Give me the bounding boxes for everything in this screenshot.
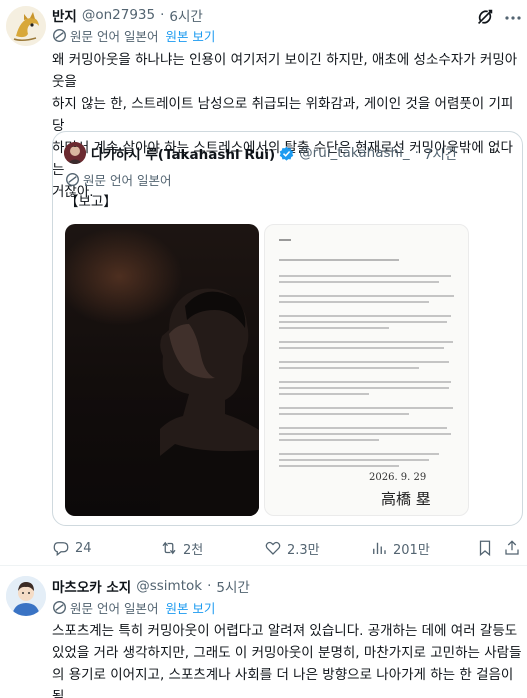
quoted-tweet-header: 다카하시 루(Takahashi Rui) @rui_takahashi_ · … <box>91 143 457 163</box>
like-count: 2.3만 <box>287 542 320 558</box>
translate-icon <box>53 600 66 614</box>
views-button[interactable]: 201만 <box>370 537 430 559</box>
announcement-letter-image[interactable]: 2026. 9. 29 高橋 塁 <box>264 224 469 516</box>
tweet[interactable]: 마츠오카 소지 @ssimtok · 5시간 원문 언어 일본어 원본 보기 스… <box>0 566 527 698</box>
timestamp[interactable]: 6시간 <box>169 5 202 25</box>
share-icon <box>505 540 519 555</box>
timestamp[interactable]: 7시간 <box>424 143 457 163</box>
tweet-actions: 24 2천 2.3만 201만 <box>52 537 524 559</box>
translation-label: 원문 언어 일본어 <box>70 28 159 44</box>
retweet-count: 2천 <box>183 542 204 558</box>
show-original-link[interactable]: 원본 보기 <box>165 26 215 45</box>
translation-note: 원문 언어 일본어 원본 보기 <box>52 598 215 616</box>
verified-badge-icon <box>279 146 294 161</box>
retweet-icon <box>162 541 176 555</box>
user-handle[interactable]: @on27935 <box>82 7 155 23</box>
letter-signature: 高橋 塁 <box>381 490 431 508</box>
like-icon <box>265 541 281 555</box>
letter-date: 2026. 9. 29 <box>369 472 427 483</box>
user-handle[interactable]: @rui_takahashi_ <box>299 145 409 161</box>
retweet-button[interactable]: 2천 <box>160 537 203 559</box>
separator-dot: · <box>160 7 165 23</box>
reply-button[interactable]: 24 <box>52 537 92 559</box>
grok-icon[interactable] <box>474 6 496 28</box>
translate-icon <box>53 28 66 42</box>
portrait-photo[interactable] <box>65 224 259 516</box>
tweet-header: 반지 @on27935 · 6시간 <box>52 5 203 25</box>
display-name[interactable]: 마츠오카 소지 <box>52 576 131 596</box>
display-name[interactable]: 다카하시 루(Takahashi Rui) <box>91 143 275 163</box>
translation-label: 원문 언어 일본어 <box>83 172 172 188</box>
display-name[interactable]: 반지 <box>52 5 77 25</box>
tweet-text: 스포츠계는 특히 커밍아웃이 어렵다고 알려져 있습니다. 공개하는 데에 여러… <box>52 623 522 698</box>
translation-note: 원문 언어 일본어 <box>65 170 171 188</box>
tweet[interactable]: 반지 @on27935 · 6시간 원문 언어 일본어 원본 보기 왜 커밍아웃… <box>0 0 527 565</box>
avatar[interactable] <box>6 6 46 46</box>
reply-icon <box>53 542 69 557</box>
translation-note: 원문 언어 일본어 원본 보기 <box>52 26 215 44</box>
views-icon <box>373 542 386 554</box>
separator-dot: · <box>207 578 212 594</box>
avatar[interactable] <box>64 142 86 164</box>
tweet-header: 마츠오카 소지 @ssimtok · 5시간 <box>52 576 250 596</box>
more-icon[interactable] <box>504 10 522 24</box>
quoted-tweet-text: 【보고】 <box>65 194 117 210</box>
timestamp[interactable]: 5시간 <box>216 576 249 596</box>
separator-dot: · <box>414 145 419 161</box>
user-handle[interactable]: @ssimtok <box>136 578 202 594</box>
bookmark-button[interactable] <box>476 537 494 559</box>
show-original-link[interactable]: 원본 보기 <box>165 598 215 617</box>
translation-label: 원문 언어 일본어 <box>70 600 159 616</box>
share-button[interactable] <box>503 537 521 559</box>
reply-count: 24 <box>75 540 92 556</box>
quoted-tweet[interactable]: 다카하시 루(Takahashi Rui) @rui_takahashi_ · … <box>52 131 523 526</box>
like-button[interactable]: 2.3만 <box>264 537 320 559</box>
bookmark-icon <box>479 540 491 557</box>
views-count: 201만 <box>393 542 430 558</box>
translate-icon <box>66 172 79 186</box>
avatar[interactable] <box>6 576 46 616</box>
